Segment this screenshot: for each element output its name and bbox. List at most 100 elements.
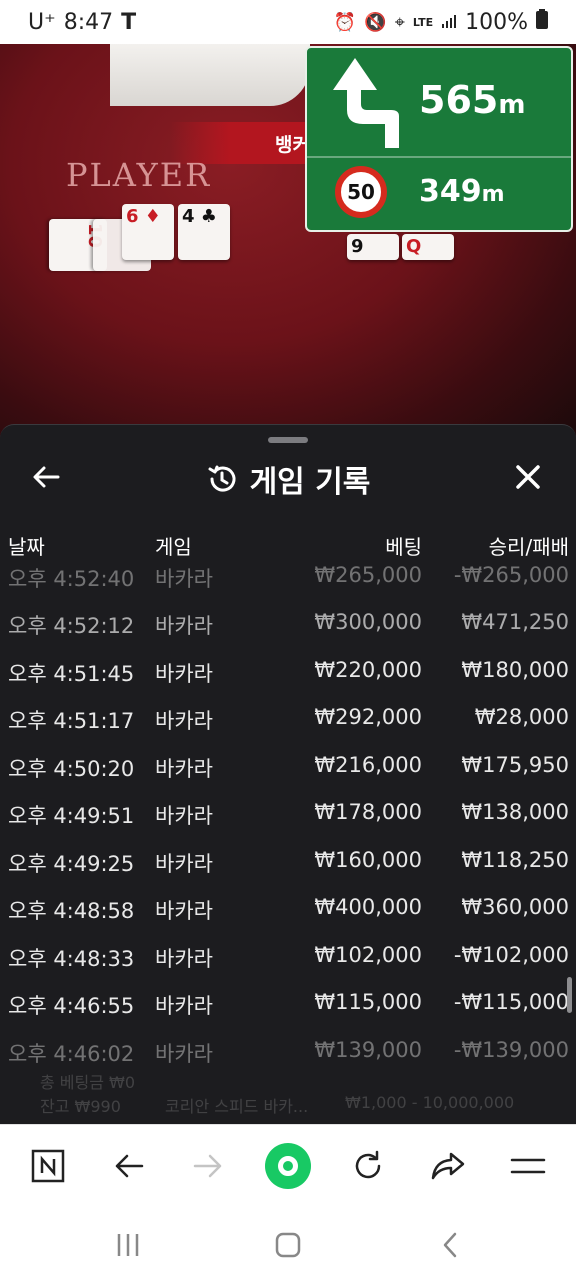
dealer-arm [110,44,310,106]
navigation-overlay[interactable]: 565m 50 349m [305,46,573,232]
row-result: ₩118,250 [461,848,569,872]
history-icon [208,465,236,492]
history-list[interactable]: 오후 4:52:40 바카라 ₩265,000 -₩265,000 오후 4:5… [0,563,576,1075]
browser-forward-button[interactable] [183,1141,233,1191]
row-game: 바카라 [155,899,213,923]
row-time: 오후 4:46:02 [8,1042,135,1066]
row-bet: ₩400,000 [314,895,422,919]
history-row[interactable]: 오후 4:52:12 바카라 ₩300,000 ₩471,250 [0,600,576,647]
table-limits-text: ₩1,000 - 10,000,000 [345,1093,515,1112]
row-result: -₩265,000 [453,563,569,587]
row-result: -₩115,000 [453,990,569,1014]
row-bet: ₩139,000 [314,1038,422,1062]
row-game: 바카라 [155,662,213,686]
home-button[interactable] [268,1228,308,1262]
row-game: 바카라 [155,1042,213,1066]
column-header-win-loss: 승리/패배 [488,535,569,559]
history-row[interactable]: 오후 4:49:51 바카라 ₩178,000 ₩138,000 [0,790,576,837]
player-card: 6 ♦ [122,204,174,260]
clock: 8:47 [63,9,114,35]
history-row[interactable]: 오후 4:51:45 바카라 ₩220,000 ₩180,000 [0,648,576,695]
location-icon: ⌖ [394,11,405,33]
carrier-label: U⁺ [28,9,56,35]
balance-text: 잔고 ₩990 [40,1097,121,1116]
chevron-left-icon [443,1232,457,1258]
sheet-title: 게임 기록 [249,465,371,500]
scrollbar[interactable] [567,977,572,1013]
speed-limit-icon: 50 [335,166,387,218]
home-circle-icon [265,1143,311,1189]
share-icon [431,1152,465,1180]
home-square-icon [275,1232,301,1258]
system-navigation-bar [0,1208,576,1280]
signal-icon [441,10,457,35]
row-time: 오후 4:51:17 [8,709,135,733]
row-result: -₩102,000 [453,943,569,967]
row-result: ₩138,000 [461,800,569,824]
row-time: 오후 4:49:51 [8,804,135,828]
row-result: ₩175,950 [461,753,569,777]
history-row[interactable]: 오후 4:52:40 바카라 ₩265,000 -₩265,000 [0,563,576,600]
column-header-bet: 베팅 [385,535,422,559]
row-bet: ₩265,000 [314,563,422,587]
close-button[interactable] [512,461,548,497]
battery-percent: 100% [465,9,528,35]
history-row[interactable]: 오후 4:48:58 바카라 ₩400,000 ₩360,000 [0,885,576,932]
lte-icon: LTE [412,15,434,29]
arrow-right-icon [193,1154,222,1178]
row-game: 바카라 [155,994,213,1018]
row-result: -₩139,000 [453,1038,569,1062]
t-app-icon: T [121,9,137,35]
speed-camera-distance: 349m [419,174,505,209]
row-time: 오후 4:48:58 [8,899,135,923]
row-bet: ₩102,000 [314,943,422,967]
share-button[interactable] [423,1141,473,1191]
banker-card: Q [402,234,454,260]
row-time: 오후 4:46:55 [8,994,135,1018]
mute-icon: 🔇 [364,11,387,33]
refresh-button[interactable] [343,1141,393,1191]
row-time: 오후 4:48:33 [8,947,135,971]
turn-distance: 565m [419,78,526,122]
row-bet: ₩115,000 [314,990,422,1014]
row-bet: ₩300,000 [314,610,422,634]
turn-left-arrow-icon [333,58,399,148]
row-bet: ₩220,000 [314,658,422,682]
column-header-game: 게임 [155,535,192,559]
banker-card: 9 [347,234,399,260]
total-bet-text: 총 베팅금 ₩0 [40,1073,136,1092]
row-time: 오후 4:52:40 [8,567,135,591]
close-icon [516,465,540,489]
row-result: ₩471,250 [461,610,569,634]
recent-apps-icon [117,1234,139,1256]
browser-back-button[interactable] [104,1141,154,1191]
history-row[interactable]: 오후 4:51:17 바카라 ₩292,000 ₩28,000 [0,695,576,742]
table-name-text: 코리안 스피드 바카... [165,1097,309,1116]
menu-button[interactable] [503,1141,553,1191]
row-time: 오후 4:49:25 [8,852,135,876]
status-bar: U⁺ 8:47 T ⏰ 🔇 ⌖ LTE 100% [0,0,576,44]
row-game: 바카라 [155,614,213,638]
refresh-icon [355,1150,381,1179]
naver-home-button[interactable] [23,1141,73,1191]
system-back-button[interactable] [430,1228,470,1262]
row-result: ₩180,000 [461,658,569,682]
row-game: 바카라 [155,757,213,781]
row-time: 오후 4:52:12 [8,614,135,638]
history-row[interactable]: 오후 4:49:25 바카라 ₩160,000 ₩118,250 [0,838,576,885]
history-row[interactable]: 오후 4:48:33 바카라 ₩102,000 -₩102,000 [0,933,576,980]
alarm-icon: ⏰ [333,11,357,33]
table-header: 날짜 게임 베팅 승리/패배 [0,531,576,567]
history-row[interactable]: 오후 4:46:55 바카라 ₩115,000 -₩115,000 [0,980,576,1027]
history-row[interactable]: 오후 4:50:20 바카라 ₩216,000 ₩175,950 [0,743,576,790]
browser-toolbar [0,1124,576,1208]
hamburger-menu-icon [510,1158,546,1174]
row-time: 오후 4:50:20 [8,757,135,781]
game-info-underlay: 총 베팅금 ₩0 잔고 ₩990 코리안 스피드 바카... ₩1,000 - … [0,1065,576,1124]
browser-home-button[interactable] [263,1141,313,1191]
row-bet: ₩178,000 [314,800,422,824]
recent-apps-button[interactable] [108,1228,148,1262]
sheet-header: 게임 기록 [0,451,576,507]
column-header-date: 날짜 [8,535,45,559]
drag-handle[interactable] [268,437,308,443]
